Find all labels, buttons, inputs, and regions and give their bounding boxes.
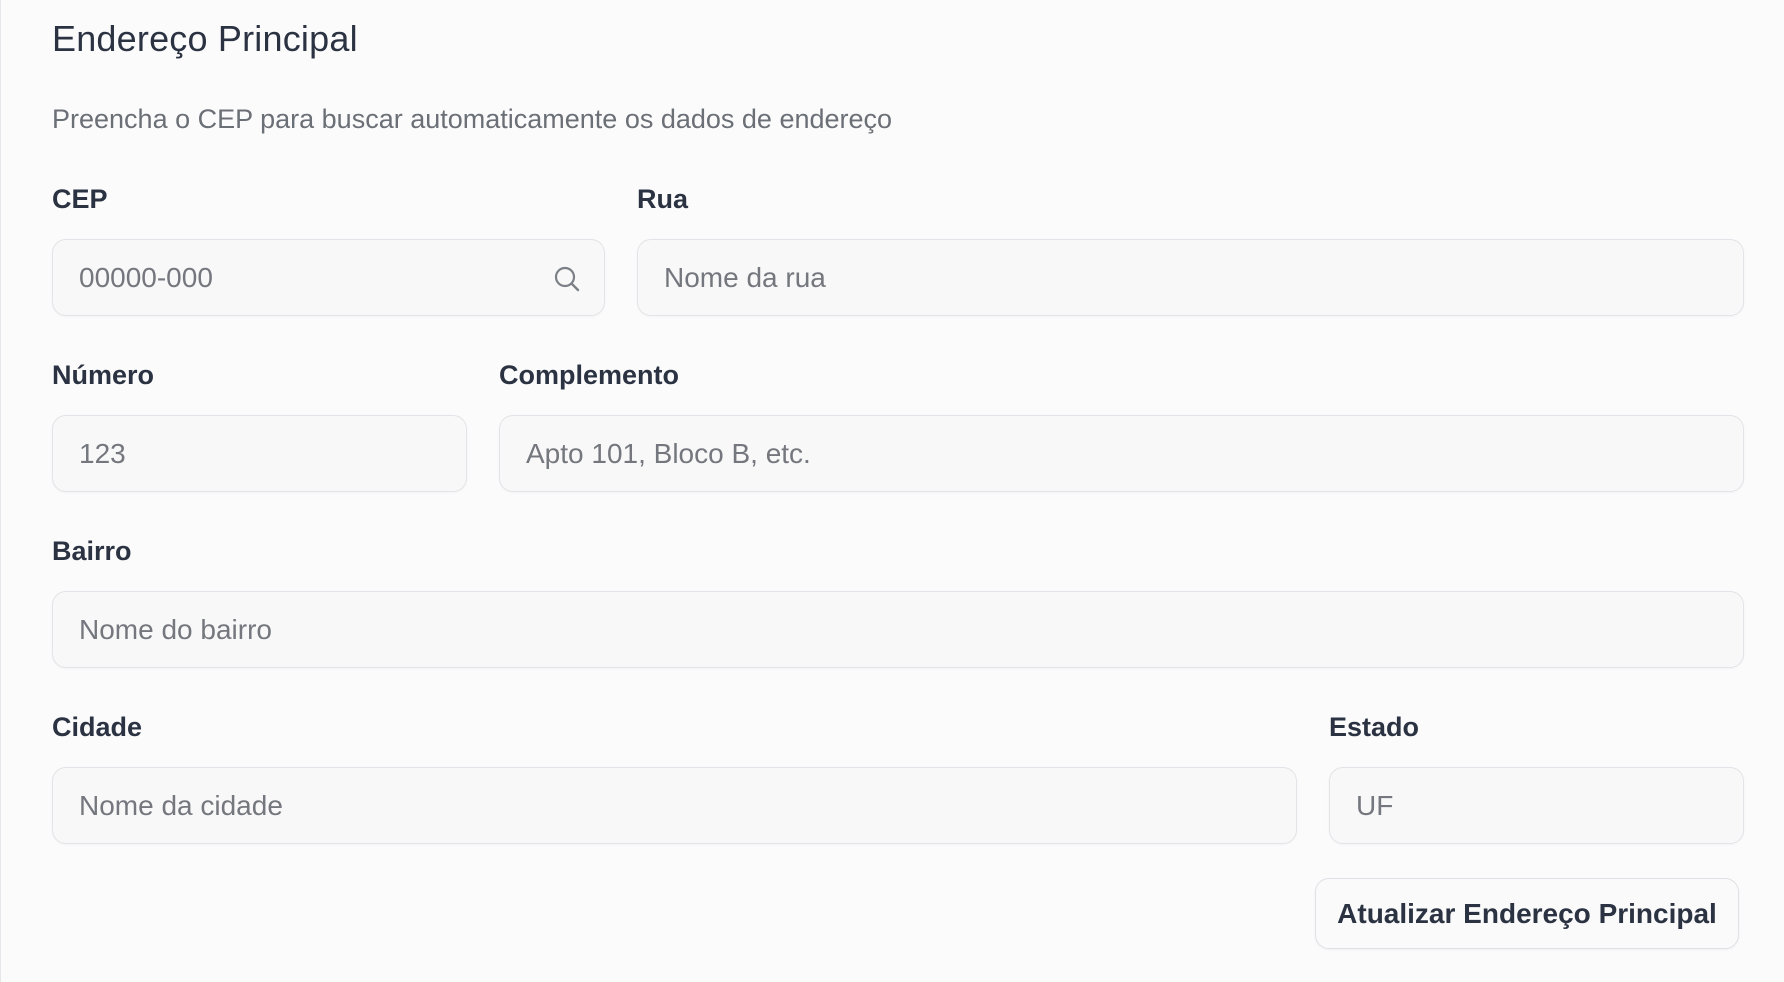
complemento-label: Complemento — [499, 360, 680, 390]
bairro-input[interactable] — [53, 592, 1743, 667]
section-subtitle: Preencha o CEP para buscar automaticamen… — [52, 104, 893, 134]
rua-field-container — [637, 239, 1744, 316]
cidade-field-container — [52, 767, 1297, 844]
address-card: Endereço Principal Preencha o CEP para b… — [0, 0, 1784, 982]
cep-field-container — [52, 239, 605, 316]
complemento-input[interactable] — [500, 416, 1743, 491]
update-address-button[interactable]: Atualizar Endereço Principal — [1315, 878, 1739, 949]
complemento-field-container — [499, 415, 1744, 492]
estado-label: Estado — [1329, 712, 1420, 742]
cidade-label: Cidade — [52, 712, 143, 742]
rua-label: Rua — [637, 184, 689, 214]
cep-input[interactable] — [53, 240, 604, 315]
page-title: Endereço Principal — [52, 18, 358, 59]
estado-input[interactable] — [1330, 768, 1743, 843]
cidade-input[interactable] — [53, 768, 1296, 843]
numero-label: Número — [52, 360, 155, 390]
bairro-label: Bairro — [52, 536, 132, 566]
numero-field-container — [52, 415, 467, 492]
bairro-field-container — [52, 591, 1744, 668]
rua-input[interactable] — [638, 240, 1743, 315]
numero-input[interactable] — [53, 416, 466, 491]
cep-label: CEP — [52, 184, 108, 214]
estado-field-container — [1329, 767, 1744, 844]
search-icon[interactable] — [552, 264, 582, 294]
